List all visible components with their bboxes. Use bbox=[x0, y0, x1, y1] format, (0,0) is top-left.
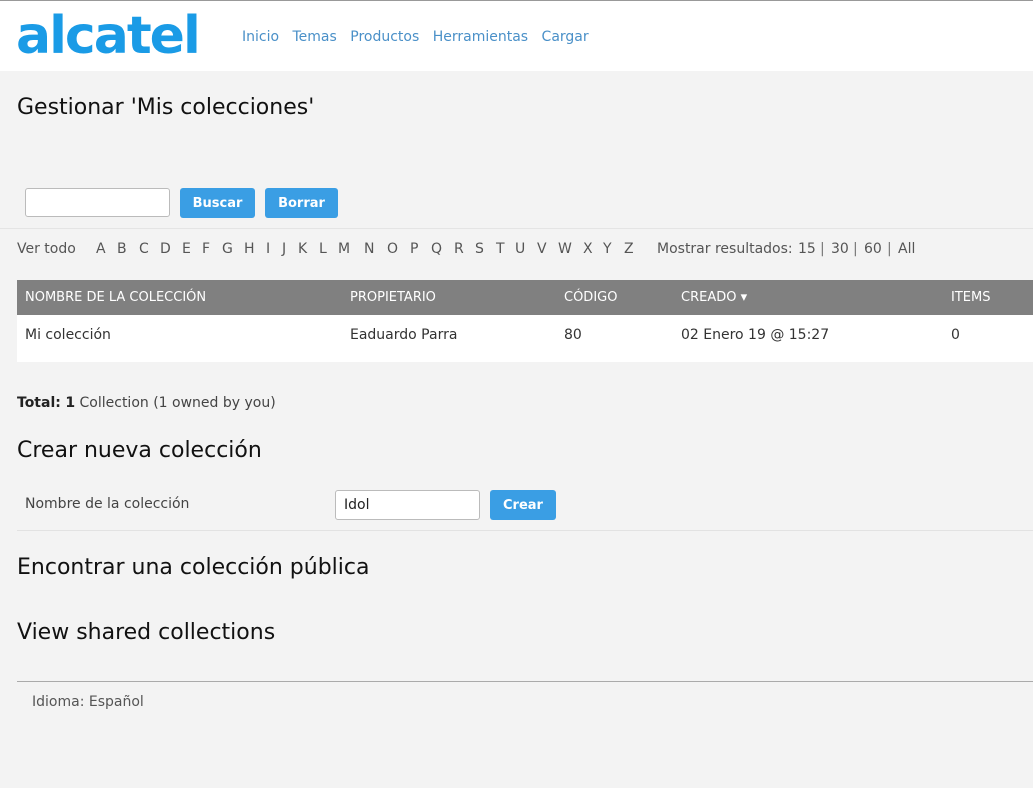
letter-c[interactable]: C bbox=[139, 241, 149, 257]
letter-j[interactable]: J bbox=[282, 241, 286, 257]
search-input[interactable] bbox=[25, 188, 170, 217]
search-button[interactable]: Buscar bbox=[180, 188, 255, 218]
letter-b[interactable]: B bbox=[117, 241, 127, 257]
cell-collection-name[interactable]: Mi colección bbox=[25, 327, 111, 343]
letter-k[interactable]: K bbox=[298, 241, 307, 257]
letter-g[interactable]: G bbox=[222, 241, 233, 257]
letter-z[interactable]: Z bbox=[624, 241, 634, 257]
total-label: Total: bbox=[17, 395, 61, 411]
nav-productos[interactable]: Productos bbox=[350, 29, 419, 45]
cell-created: 02 Enero 19 @ 15:27 bbox=[681, 327, 830, 343]
nav-inicio[interactable]: Inicio bbox=[242, 29, 279, 45]
total-summary: Total: 1 Collection (1 owned by you) bbox=[17, 395, 276, 411]
logo-text: alcatel bbox=[16, 9, 199, 63]
results-separator: | bbox=[853, 241, 858, 257]
view-shared-collections-link[interactable]: View shared collections bbox=[17, 620, 275, 645]
cell-code: 80 bbox=[564, 327, 582, 343]
column-header-created[interactable]: CREADO ▾ bbox=[681, 290, 747, 305]
nav-cargar[interactable]: Cargar bbox=[542, 29, 589, 45]
letter-f[interactable]: F bbox=[202, 241, 210, 257]
collection-name-label: Nombre de la colección bbox=[25, 496, 190, 512]
column-header-code[interactable]: CÓDIGO bbox=[564, 290, 617, 305]
letter-d[interactable]: D bbox=[160, 241, 171, 257]
letter-a[interactable]: A bbox=[96, 241, 106, 257]
language-selector[interactable]: Idioma: Español bbox=[32, 694, 144, 710]
footer-divider bbox=[17, 681, 1033, 682]
letter-x[interactable]: X bbox=[583, 241, 593, 257]
letter-t[interactable]: T bbox=[496, 241, 505, 257]
letter-h[interactable]: H bbox=[244, 241, 255, 257]
cell-items: 0 bbox=[951, 327, 960, 343]
nav-herramientas[interactable]: Herramientas bbox=[433, 29, 528, 45]
main-nav: Inicio Temas Productos Herramientas Carg… bbox=[242, 29, 598, 45]
results-per-page-label: Mostrar resultados: bbox=[657, 241, 793, 257]
column-header-items[interactable]: ITEMS bbox=[951, 290, 990, 305]
letter-r[interactable]: R bbox=[454, 241, 464, 257]
letter-i[interactable]: I bbox=[266, 241, 270, 257]
letter-e[interactable]: E bbox=[182, 241, 191, 257]
letter-q[interactable]: Q bbox=[431, 241, 442, 257]
create-collection-form: Nombre de la colección Crear bbox=[17, 481, 1033, 531]
letter-y[interactable]: Y bbox=[603, 241, 612, 257]
letter-w[interactable]: W bbox=[558, 241, 572, 257]
create-collection-title: Crear nueva colección bbox=[17, 438, 262, 463]
nav-temas[interactable]: Temas bbox=[293, 29, 337, 45]
site-header: alcatel Inicio Temas Productos Herramien… bbox=[0, 0, 1033, 71]
results-separator: | bbox=[820, 241, 825, 257]
letter-u[interactable]: U bbox=[515, 241, 525, 257]
letter-v[interactable]: V bbox=[537, 241, 547, 257]
total-text: Collection (1 owned by you) bbox=[79, 395, 276, 411]
create-button[interactable]: Crear bbox=[490, 490, 556, 520]
total-count: 1 bbox=[65, 395, 76, 411]
letter-n[interactable]: N bbox=[364, 241, 374, 257]
collection-name-input[interactable] bbox=[335, 490, 480, 520]
letter-l[interactable]: L bbox=[319, 241, 327, 257]
results-option-15[interactable]: 15 bbox=[798, 241, 816, 257]
letter-p[interactable]: P bbox=[410, 241, 418, 257]
results-separator: | bbox=[887, 241, 892, 257]
find-public-collection-link[interactable]: Encontrar una colección pública bbox=[17, 555, 369, 580]
alcatel-logo[interactable]: alcatel bbox=[16, 6, 216, 67]
column-header-name[interactable]: NOMBRE DE LA COLECCIÓN bbox=[25, 290, 206, 305]
results-option-60[interactable]: 60 bbox=[864, 241, 882, 257]
results-option-30[interactable]: 30 bbox=[831, 241, 849, 257]
alphabet-filter-bar: Ver todo A B C D E F G H I J K L M N O P… bbox=[0, 228, 1033, 273]
results-option-all[interactable]: All bbox=[898, 241, 915, 257]
page-title: Gestionar 'Mis colecciones' bbox=[17, 95, 315, 120]
cell-owner: Eaduardo Parra bbox=[350, 327, 458, 343]
view-all-link[interactable]: Ver todo bbox=[17, 241, 76, 257]
table-row[interactable]: Mi colección Eaduardo Parra 80 02 Enero … bbox=[17, 315, 1033, 362]
letter-m[interactable]: M bbox=[338, 241, 350, 257]
clear-button[interactable]: Borrar bbox=[265, 188, 338, 218]
letter-s[interactable]: S bbox=[475, 241, 484, 257]
column-header-owner[interactable]: PROPIETARIO bbox=[350, 290, 436, 305]
collections-table-header: NOMBRE DE LA COLECCIÓN PROPIETARIO CÓDIG… bbox=[17, 280, 1033, 315]
letter-o[interactable]: O bbox=[387, 241, 398, 257]
